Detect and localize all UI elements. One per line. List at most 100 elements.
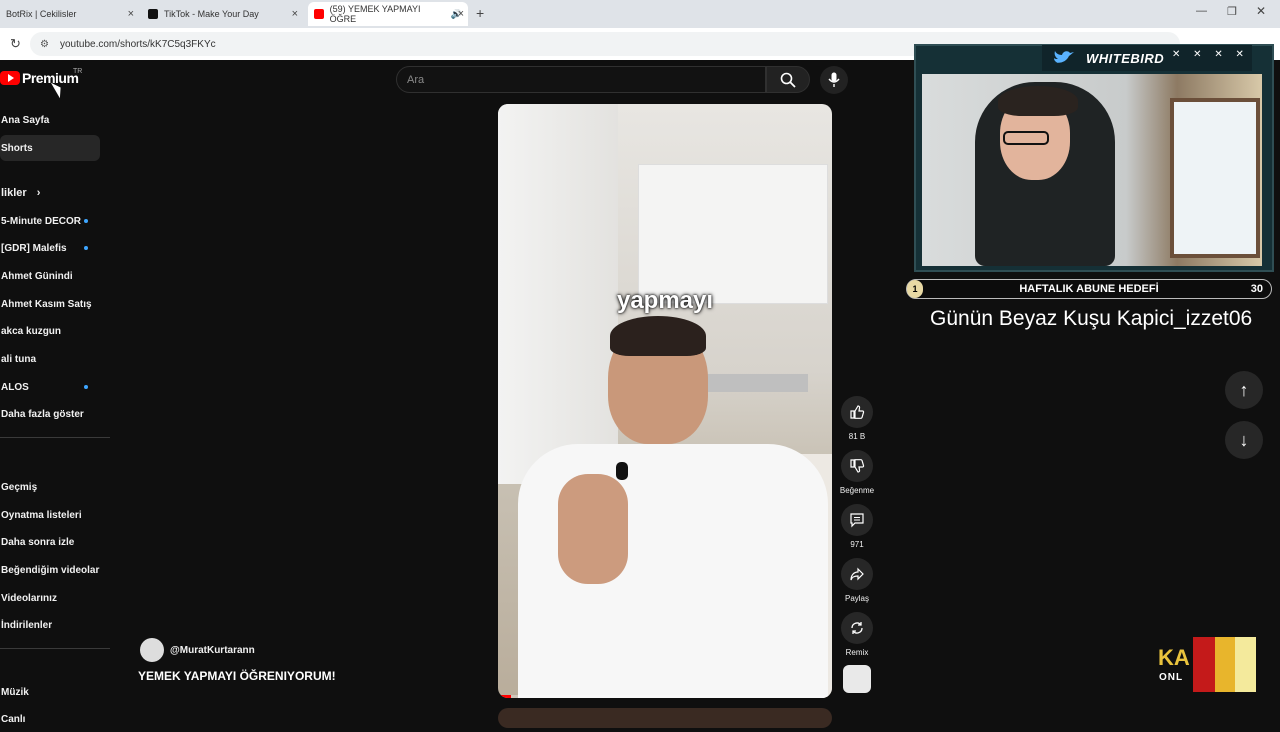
search-button[interactable] (766, 66, 810, 93)
sidebar-item-shorts[interactable]: Shorts (0, 135, 100, 161)
comments-button[interactable]: 971 (840, 504, 874, 549)
sidebar-item-your-videos[interactable]: Videolarınız (0, 585, 100, 611)
tiktok-icon (148, 9, 158, 19)
like-button[interactable]: 81 B (840, 396, 874, 441)
sidebar-item-label: [GDR] Malefis (1, 242, 67, 254)
search-placeholder: Ara (407, 73, 425, 86)
tab-label: BotRix | Cekilisler (6, 9, 77, 19)
tab-label: (59) YEMEK YAPMAYI ÖĞRE (329, 4, 421, 24)
microphone-icon (828, 72, 840, 87)
shorts-video-player[interactable]: yapmayı (498, 104, 832, 698)
chevron-right-icon: › (36, 187, 41, 199)
sidebar-item-label: Müzik (1, 686, 29, 698)
webcam-feed (998, 86, 1078, 116)
new-content-dot (84, 246, 88, 250)
sidebar-item-label: ALOS (1, 381, 29, 393)
video-person (616, 462, 628, 480)
sidebar-item-subscription[interactable]: 5-Minute DECOR (0, 208, 100, 234)
logo-text: Premium (22, 70, 79, 86)
remix-button[interactable]: Remix (840, 612, 874, 657)
new-content-dot (84, 219, 88, 223)
subscriptions-header[interactable]: likler › (0, 180, 100, 206)
window-close-icon[interactable]: ✕ (1256, 4, 1266, 18)
comment-icon (850, 513, 864, 528)
new-tab-button[interactable]: + (476, 5, 484, 21)
browser-tab-bar: BotRix | Cekilisler × TikTok - Make Your… (0, 0, 1280, 28)
tab-tiktok[interactable]: TikTok - Make Your Day × (142, 2, 302, 26)
sidebar-item-playlists[interactable]: Oynatma listeleri (0, 502, 100, 528)
sidebar-item-subscription[interactable]: ali tuna (0, 346, 100, 372)
youtube-logo[interactable]: Premium TR (0, 68, 82, 86)
video-progress-bar[interactable] (498, 695, 832, 698)
voice-search-button[interactable] (820, 66, 848, 94)
like-count: 81 B (848, 432, 866, 441)
sidebar-item-label: 5-Minute DECOR (1, 215, 81, 227)
channel-info[interactable]: @MuratKurtarann (140, 638, 255, 662)
tab-close-icon[interactable]: × (458, 8, 464, 20)
sidebar-item-music[interactable]: Müzik (0, 679, 100, 705)
goal-label: HAFTALIK ABUNE HEDEFİ (1019, 283, 1159, 295)
share-icon (850, 567, 864, 581)
sidebar-item-label: İndirilenler (1, 619, 53, 631)
sidebar-item-label: Oynatma listeleri (1, 509, 82, 521)
brand-stripe (1215, 637, 1235, 692)
dislike-button[interactable]: Beğenme (840, 450, 874, 495)
reload-icon[interactable]: ↻ (10, 36, 21, 52)
logo-region: TR (73, 68, 83, 75)
thumbs-up-icon (850, 405, 865, 419)
previous-short-button[interactable]: ↑ (1225, 371, 1263, 409)
remix-label: Remix (845, 648, 869, 657)
sidebar-item-label: akca kuzgun (1, 325, 62, 337)
arrow-down-icon: ↓ (1239, 429, 1249, 450)
sidebar-item-liked-videos[interactable]: Beğendiğim videolar (0, 557, 100, 583)
sidebar-item-history[interactable]: Geçmiş (0, 474, 100, 500)
sidebar-item-subscription[interactable]: [GDR] Malefis (0, 235, 100, 261)
sidebar-item-label: Ana Sayfa (1, 114, 50, 126)
sidebar-item-label: Ahmet Günindi (1, 270, 73, 282)
minimize-icon[interactable]: — (1196, 5, 1207, 17)
sidebar-item-label: Canlı (1, 713, 26, 725)
webcam-feed (1170, 98, 1260, 258)
tab-close-icon[interactable]: × (292, 8, 298, 20)
tab-close-icon[interactable]: × (128, 8, 134, 20)
sidebar-item-watch-later[interactable]: Daha sonra izle (0, 529, 100, 555)
brand-stripe (1235, 637, 1256, 692)
comment-count: 971 (850, 540, 864, 549)
video-scene (698, 374, 808, 392)
goal-target: 30 (1250, 283, 1263, 295)
sidebar-item-label: Daha fazla göster (1, 408, 84, 420)
sound-thumbnail[interactable] (843, 665, 871, 693)
sidebar-item-subscription[interactable]: Ahmet Günindi (0, 263, 100, 289)
sidebar-item-subscription[interactable]: ALOS (0, 374, 100, 400)
video-title: YEMEK YAPMAYI ÖĞRENIYORUM! (138, 669, 336, 683)
sidebar-item-label: Daha sonra izle (1, 536, 75, 548)
sidebar-item-downloads[interactable]: İndirilenler (0, 612, 100, 638)
sidebar-divider (0, 648, 110, 649)
goal-current: 1 (907, 280, 923, 298)
search-input[interactable]: Ara (396, 66, 766, 93)
tab-youtube[interactable]: (59) YEMEK YAPMAYI ÖĞRE 🔊 × (308, 2, 468, 26)
restore-icon[interactable]: ❐ (1227, 5, 1237, 18)
remix-icon (851, 622, 863, 634)
youtube-icon (314, 9, 324, 19)
sidebar-item-label: Geçmiş (1, 481, 38, 493)
brand-text: KA (1158, 645, 1190, 670)
url-text: youtube.com/shorts/kK7C5q3FKYc (60, 38, 216, 50)
new-content-dot (84, 385, 88, 389)
sidebar-item-live[interactable]: Canlı (0, 706, 100, 732)
channel-name[interactable]: @MuratKurtarann (170, 645, 255, 656)
sidebar-item-subscription[interactable]: Ahmet Kasım Satış (0, 291, 100, 317)
next-short-button[interactable]: ↓ (1225, 421, 1263, 459)
site-info-icon[interactable]: ⚙ (40, 39, 49, 50)
share-button[interactable]: Paylaş (840, 558, 874, 603)
sidebar-item-label: Ahmet Kasım Satış (1, 298, 92, 310)
sidebar-item-home[interactable]: Ana Sayfa (0, 107, 100, 133)
show-more-button[interactable]: Daha fazla göster (0, 401, 100, 427)
avatar[interactable] (140, 638, 164, 662)
video-scene (638, 164, 828, 304)
webcam-buttons: ✕ ✕ ✕ ✕ (1172, 49, 1249, 60)
tab-botrix[interactable]: BotRix | Cekilisler × (0, 2, 138, 26)
sidebar-item-subscription[interactable]: akca kuzgun (0, 318, 100, 344)
next-short-preview[interactable] (498, 708, 832, 728)
sidebar: Premium TR Ana Sayfa Shorts likler › 5-M… (0, 60, 112, 725)
